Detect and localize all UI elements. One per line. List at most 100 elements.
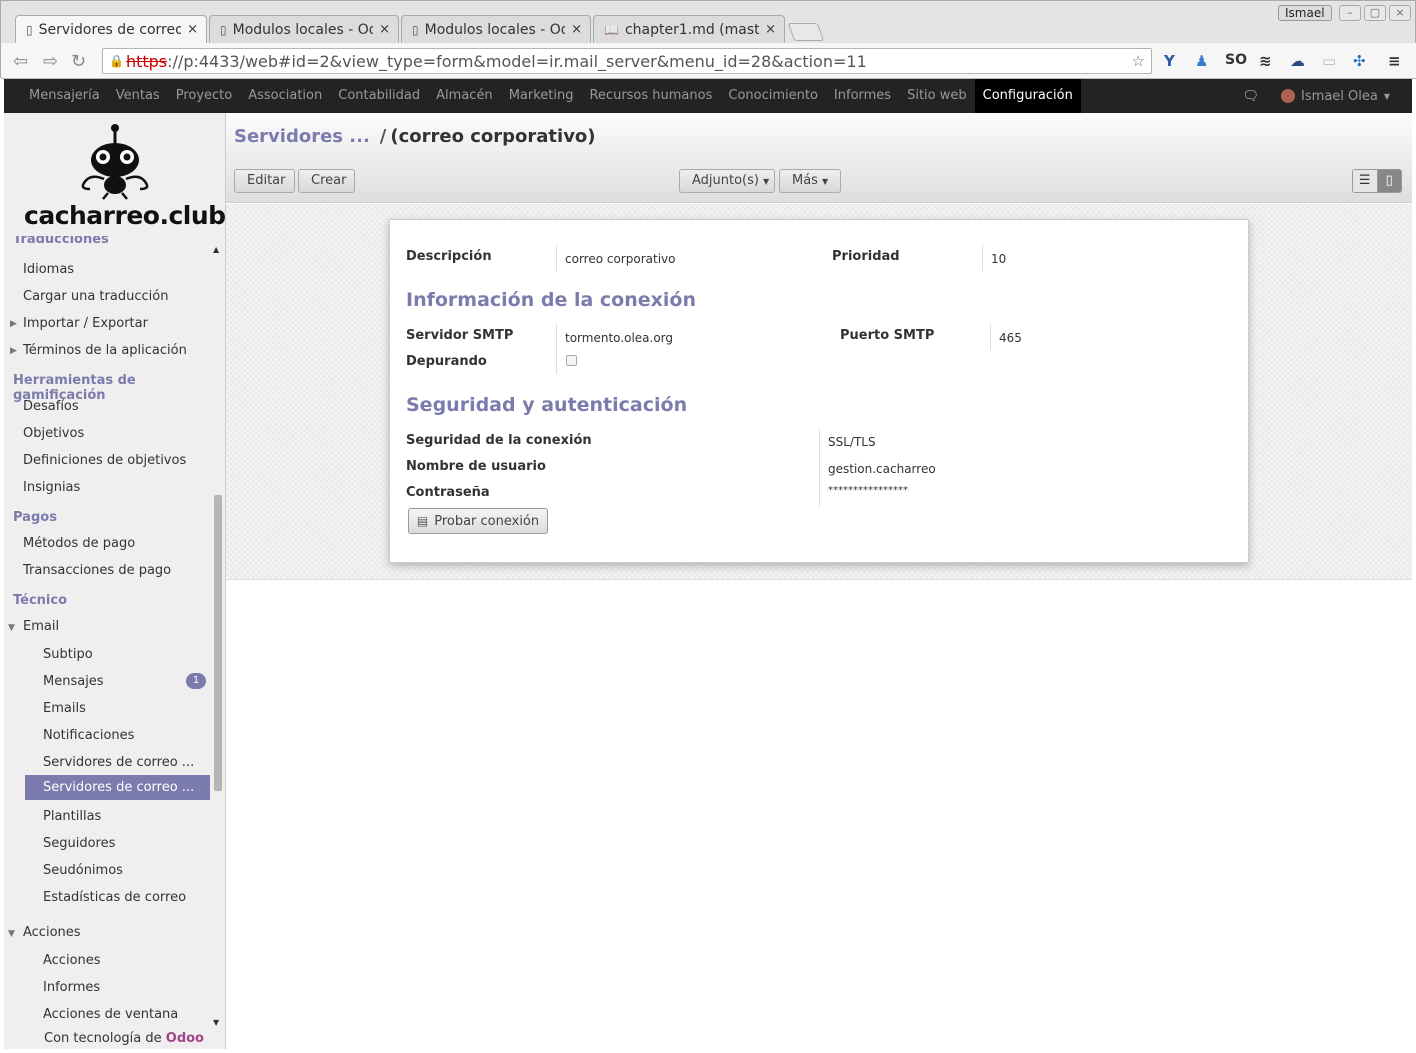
scroll-up-icon[interactable]: ▲ [213,245,219,254]
caret-down-icon[interactable]: ▼ [1384,92,1390,101]
sidebar-item-seguidores[interactable]: Seguidores [43,836,115,851]
caret-right-icon[interactable]: ▶ [10,319,17,329]
smtp-server-label: Servidor SMTP [406,328,514,343]
list-view-icon[interactable]: ☰ [1353,170,1378,192]
browser-tab-2[interactable]: ▯ Modulos locales - Odoo × [209,15,399,43]
sidebar-item-informes[interactable]: Informes [43,980,100,995]
sidebar-item-estadisticas[interactable]: Estadísticas de correo [43,890,186,905]
chat-icon[interactable]: 🗨 [1243,89,1260,104]
sidebar-item-metodos-pago[interactable]: Métodos de pago [23,536,135,551]
more-dropdown[interactable]: Más ▼ [779,169,841,193]
menu-marketing[interactable]: Marketing [501,79,582,113]
breadcrumb: Servidores ... / (correo corporativo) [234,126,596,147]
new-tab-button[interactable] [787,23,825,41]
attachments-dropdown[interactable]: Adjunto(s) ▼ [679,169,775,193]
browser-tab-3[interactable]: ▯ Modulos locales - Odoo × [401,15,591,43]
menu-informes[interactable]: Informes [826,79,899,113]
browser-tab-1[interactable]: ▯ Servidores de correo × [15,15,207,43]
sidebar-item-acciones[interactable]: Acciones [43,953,101,968]
book-icon: 📖 [604,22,619,37]
scrollbar-thumb[interactable] [214,495,222,791]
menu-recursos-humanos[interactable]: Recursos humanos [581,79,720,113]
sidebar-item-acciones-ventana[interactable]: Acciones de ventana [43,1007,178,1022]
sidebar-item-definiciones[interactable]: Definiciones de objetivos [23,453,186,468]
extension-y-icon[interactable]: Y [1164,52,1175,70]
bookmark-star-icon[interactable]: ☆ [1132,52,1145,70]
create-button[interactable]: Crear [298,169,355,193]
sidebar-item-idiomas[interactable]: Idiomas [23,262,74,277]
menu-proyecto[interactable]: Proyecto [168,79,241,113]
close-icon[interactable]: × [187,22,198,37]
maximize-icon[interactable]: ▢ [1364,5,1386,21]
sidebar-item-transacciones-pago[interactable]: Transacciones de pago [23,563,171,578]
sidebar-item-terminos[interactable]: Términos de la aplicación [23,343,187,358]
reload-icon[interactable]: ↻ [71,51,86,72]
breadcrumb-parent[interactable]: Servidores ... [234,126,370,147]
ghost-extension-icon[interactable]: ♟ [1195,52,1208,70]
page-icon: ▯ [412,22,419,37]
smtp-server-value: tormento.olea.org [565,331,674,345]
unread-badge: 1 [186,673,206,689]
sidebar-item-objetivos[interactable]: Objetivos [23,426,84,441]
test-connection-button[interactable]: ▤ Probar conexión [408,508,548,534]
user-menu[interactable]: Ismael Olea [1301,89,1378,104]
caret-down-icon[interactable]: ▼ [8,929,15,939]
sidebar-item-cargar-traduccion[interactable]: Cargar una traducción [23,289,168,304]
sidebar-item-servidores-entrantes[interactable]: Servidores de correo ... [43,755,194,770]
control-panel: Servidores ... / (correo corporativo) Edit… [226,113,1412,203]
sidebar-item-emails[interactable]: Emails [43,701,86,716]
close-icon[interactable]: × [571,22,582,37]
menu-sitio-web[interactable]: Sitio web [899,79,975,113]
sidebar-item-insignias[interactable]: Insignias [23,480,80,495]
cast-extension-icon[interactable]: ▭ [1322,52,1336,70]
browser-tab-4[interactable]: 📖 chapter1.md (master × [593,15,785,43]
back-icon[interactable]: ⇦ [13,51,28,72]
section-traducciones[interactable]: Traducciones [13,236,109,248]
cloud-extension-icon[interactable]: ☁ [1290,52,1305,70]
scroll-down-icon[interactable]: ▼ [213,1018,219,1027]
network-extension-icon[interactable]: ✣ [1353,52,1366,70]
sidebar-item-notificaciones[interactable]: Notificaciones [43,728,134,743]
sidebar-item-seudonimos[interactable]: Seudónimos [43,863,123,878]
menu-ventas[interactable]: Ventas [108,79,168,113]
sidebar-item-acciones-group[interactable]: Acciones [23,925,81,940]
close-icon[interactable]: × [765,22,776,37]
sidebar-item-email[interactable]: Email [23,619,59,634]
layers-extension-icon[interactable]: ≋ [1259,52,1272,70]
address-bar[interactable]: 🔒 https ://p:4433/web#id=2&view_type=for… [102,48,1152,74]
edit-button[interactable]: Editar [234,169,295,193]
caret-down-icon[interactable]: ▼ [8,623,15,633]
sidebar-item-desafios[interactable]: Desafíos [23,399,79,414]
field-divider [556,245,557,271]
sidebar-item-mensajes[interactable]: Mensajes [43,674,104,689]
smtp-port-value: 465 [999,331,1022,345]
view-switcher: ☰ ▯ [1352,169,1402,193]
company-logo[interactable]: cacharreo.club [4,113,225,241]
odoo-link[interactable]: Odoo [166,1031,204,1046]
minimize-icon[interactable]: – [1339,5,1361,21]
menu-contabilidad[interactable]: Contabilidad [330,79,428,113]
menu-icon[interactable]: ≡ [1388,52,1401,70]
form-view-icon[interactable]: ▯ [1377,170,1401,192]
caret-right-icon[interactable]: ▶ [10,346,17,356]
menu-conocimiento[interactable]: Conocimiento [720,79,826,113]
sidebar-item-subtipo[interactable]: Subtipo [43,647,93,662]
sidebar-item-plantillas[interactable]: Plantillas [43,809,101,824]
description-value: correo corporativo [565,252,676,266]
close-icon[interactable]: × [379,22,390,37]
forward-icon[interactable]: ⇨ [43,51,58,72]
menu-configuracion[interactable]: Configuración [974,79,1081,113]
browser-profile-button[interactable]: Ismael [1278,5,1332,21]
close-window-icon[interactable]: × [1389,5,1411,21]
extension-so-icon[interactable]: SO [1225,52,1247,68]
menu-association[interactable]: Association [240,79,330,113]
menu-mensajeria[interactable]: Mensajería [21,79,108,113]
powered-prefix: Con tecnología de [44,1031,162,1046]
debug-checkbox[interactable] [566,355,577,366]
sidebar-item-servidores-salientes[interactable]: Servidores de correo ... [25,775,210,800]
form-background: Descripción correo corporativo Prioridad… [226,204,1412,580]
section-tecnico: Técnico [13,593,68,608]
section-pagos: Pagos [13,510,57,525]
sidebar-item-importar-exportar[interactable]: Importar / Exportar [23,316,148,331]
menu-almacen[interactable]: Almacén [428,79,501,113]
